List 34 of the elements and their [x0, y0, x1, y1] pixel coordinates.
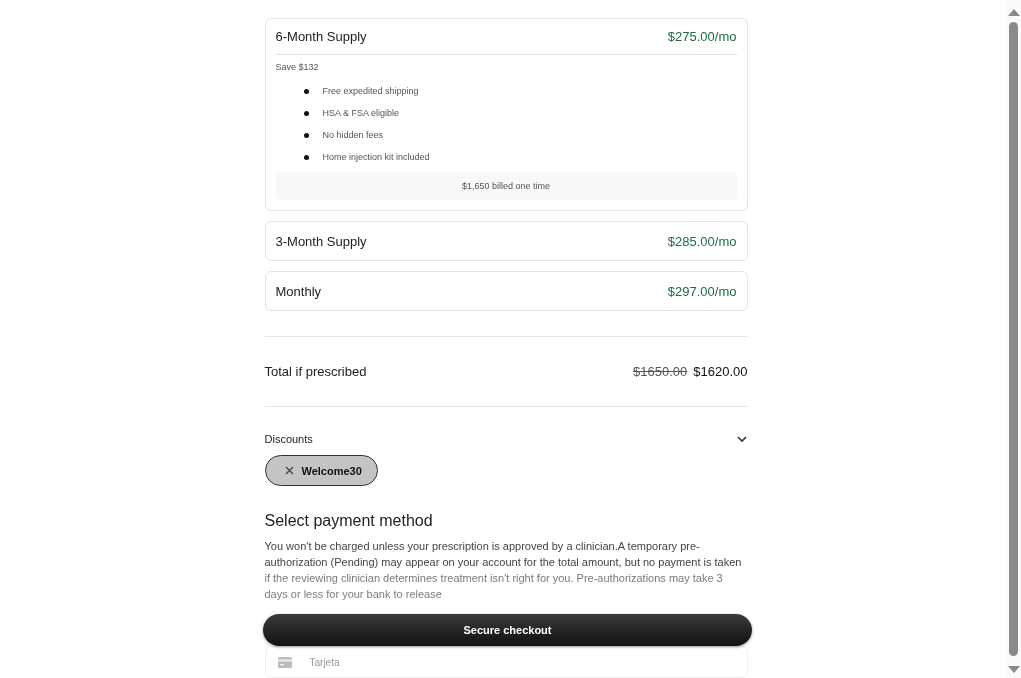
plan-price: $285.00/mo [667, 233, 737, 249]
discount-chip[interactable]: Welcome30 [264, 455, 378, 487]
feature-text: No hidden fees [322, 130, 384, 140]
method-label: Tarjeta [309, 656, 340, 668]
scrollbar-thumb[interactable] [1009, 22, 1018, 656]
credit-card-icon [277, 656, 292, 668]
feature-text: Free expedited shipping [322, 86, 419, 96]
total-price: $1620.00 [693, 364, 748, 380]
savings-text: Save $132 [275, 62, 319, 72]
total-label: Total if prescribed [264, 364, 367, 380]
plan-card[interactable]: Monthly $297.00/mo [264, 271, 748, 311]
scroll-up-icon[interactable] [1007, 8, 1020, 16]
bullet-icon [303, 88, 309, 94]
bullet-icon [303, 110, 309, 116]
plan-price: $297.00/mo [667, 283, 737, 299]
checkout-button[interactable]: Secure checkout [263, 614, 752, 646]
plan-name: 6-Month Supply [275, 29, 367, 44]
bullet-icon [303, 154, 309, 160]
original-price: $1650.00 [633, 364, 688, 380]
plan-name: 3-Month Supply [275, 233, 367, 249]
plan-card[interactable]: 3-Month Supply $285.00/mo [264, 221, 748, 261]
payment-notice: You won't be charged unless your prescription is approved by a clinician.A temporary pre-authorization (Pending) may appear on your account for the total amount, but no payment is taken if the reviewing clinician determines treatment isn't right for you. Pre-authorizations may take 3 days or less for your bank to release [264, 539, 743, 603]
bullet-icon [303, 132, 309, 138]
plan-card[interactable]: 6-Month Supply $275.00/mo Save $132 Free expedited shipping HSA & FSA eligible No hidden fees Home injection kit included $1,650 billed one time [264, 18, 748, 211]
plan-price: $275.00/mo [667, 29, 737, 44]
scrollbar[interactable] [1006, 0, 1021, 678]
close-icon[interactable] [284, 466, 294, 476]
plan-name: Monthly [275, 283, 322, 299]
feature-text: HSA & FSA eligible [322, 108, 400, 118]
billing-note: $1,650 billed one time [275, 172, 737, 200]
feature-text: Home injection kit included [322, 152, 430, 162]
scroll-down-icon[interactable] [1007, 666, 1020, 674]
payment-heading: Select payment method [264, 512, 434, 531]
discounts-label: Discounts [264, 433, 313, 446]
